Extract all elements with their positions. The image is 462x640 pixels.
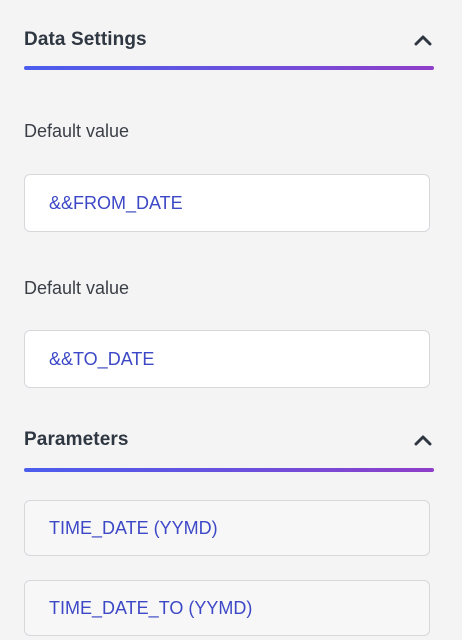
data-settings-underline <box>24 66 434 70</box>
chevron-up-icon[interactable] <box>412 429 434 451</box>
data-settings-title: Data Settings <box>24 29 147 50</box>
parameters-underline <box>24 468 434 472</box>
parameters-title: Parameters <box>24 429 129 450</box>
data-settings-header[interactable]: Data Settings <box>24 18 434 62</box>
parameter-label: TIME_DATE_TO (YYMD) <box>49 597 253 618</box>
chevron-up-icon[interactable] <box>412 29 434 51</box>
default-value-label-from: Default value <box>24 121 130 141</box>
parameter-item-time-date[interactable]: TIME_DATE (YYMD) <box>24 500 430 556</box>
settings-panel: Data Settings Default value Default valu… <box>0 0 462 640</box>
parameters-header[interactable]: Parameters <box>24 418 434 462</box>
parameter-item-time-date-to[interactable]: TIME_DATE_TO (YYMD) <box>24 580 430 636</box>
from-date-default-input[interactable] <box>24 174 430 232</box>
to-date-default-input[interactable] <box>24 330 430 388</box>
parameter-label: TIME_DATE (YYMD) <box>49 517 218 538</box>
default-value-label-to: Default value <box>24 278 130 298</box>
